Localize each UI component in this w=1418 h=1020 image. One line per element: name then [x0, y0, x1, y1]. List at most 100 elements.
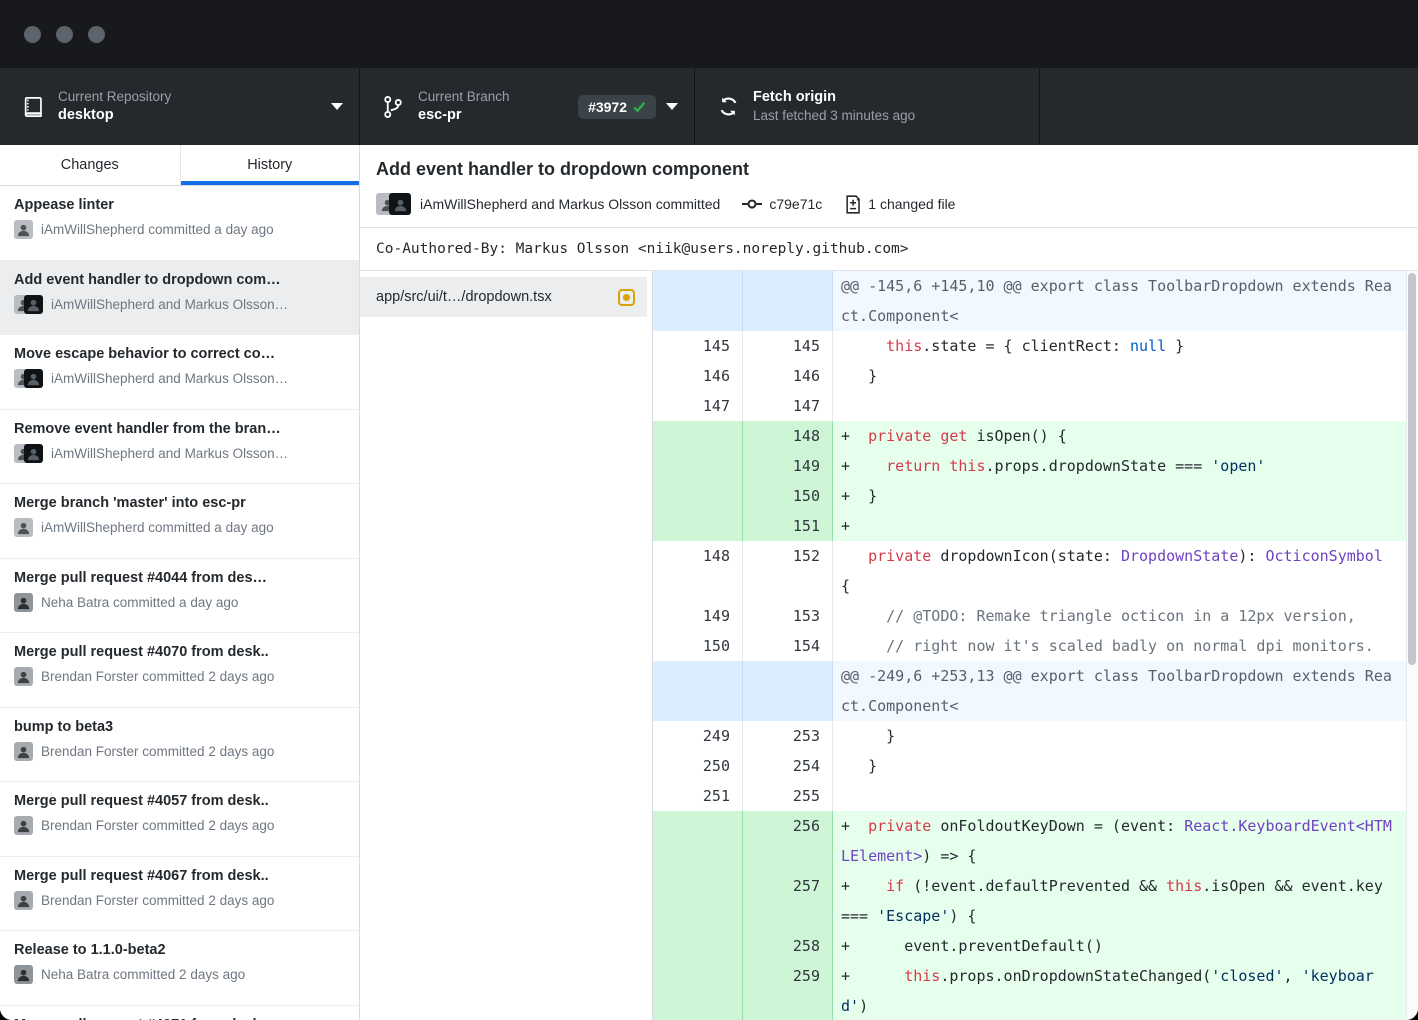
title-bar [0, 0, 1418, 68]
diff-old-line-number: 149 [653, 601, 743, 631]
commit-list-item[interactable]: Appease linter iAmWillShepherd committed … [0, 186, 359, 261]
diff-old-line-number [653, 451, 743, 481]
avatar [14, 667, 33, 686]
commit-list-item[interactable]: Move escape behavior to correct co… iAmWi… [0, 335, 359, 410]
commit-item-meta: iAmWillShepherd committed a day ago [14, 518, 345, 537]
tab-changes[interactable]: Changes [0, 145, 180, 185]
diff-old-line-number [653, 661, 743, 721]
diff-scrollbar-thumb[interactable] [1408, 273, 1416, 665]
commit-item-title: Merge pull request #4071 from desk.. [14, 1017, 345, 1020]
diff-line: 150+ } [653, 481, 1406, 511]
git-branch-icon [382, 95, 404, 119]
commit-item-meta: iAmWillShepherd committed a day ago [14, 220, 345, 239]
commit-sha[interactable]: c79e71c [769, 196, 822, 212]
commit-list-item[interactable]: Merge branch 'master' into esc-pr iAmWill… [0, 484, 359, 559]
diff-new-line-number: 253 [743, 721, 833, 751]
avatar [24, 295, 43, 314]
chevron-down-icon [666, 103, 678, 110]
commit-item-title: Merge pull request #4070 from desk.. [14, 644, 345, 660]
diff-code-text: + this.props.onDropdownStateChanged('clo… [833, 961, 1406, 1020]
commit-list-item[interactable]: Merge pull request #4044 from des…Neha B… [0, 559, 359, 634]
commit-item-avatars [14, 220, 33, 239]
commit-item-byline: Brendan Forster committed 2 days ago [41, 669, 274, 684]
diff-old-line-number [653, 961, 743, 1020]
diff-code-text: + if (!event.defaultPrevented && this.is… [833, 871, 1406, 931]
current-repository-button[interactable]: Current Repository desktop [0, 68, 360, 145]
current-branch-button[interactable]: Current Branch esc-pr #3972 [360, 68, 695, 145]
diff-code-text [833, 781, 1406, 811]
diff-old-line-number: 147 [653, 391, 743, 421]
commit-list-item[interactable]: Add event handler to dropdown com…iAmWil… [0, 261, 359, 336]
commit-details-pane: Add event handler to dropdown component … [360, 145, 1418, 1020]
commit-item-title: Appease linter [14, 197, 345, 213]
tab-history[interactable]: History [180, 145, 360, 185]
traffic-light-minimize-button[interactable] [56, 26, 73, 43]
traffic-light-zoom-button[interactable] [88, 26, 105, 43]
commit-item-avatars [14, 965, 33, 984]
branch-name: esc-pr [418, 106, 570, 125]
commit-list-item[interactable]: Remove event handler from the bran…iAmWi… [0, 410, 359, 485]
diff-hunk-header: @@ -145,6 +145,10 @@ export class Toolba… [653, 271, 1406, 331]
diff-line: 251255 [653, 781, 1406, 811]
diff-new-line-number: 256 [743, 811, 833, 871]
diff-new-line-number: 148 [743, 421, 833, 451]
diff-line: 145145 this.state = { clientRect: null } [653, 331, 1406, 361]
diff-new-line-number: 259 [743, 961, 833, 1020]
diff-new-line-number: 151 [743, 511, 833, 541]
diff-line: 249253 } [653, 721, 1406, 751]
diff-code-text: + private get isOpen() { [833, 421, 1406, 451]
commit-list-item[interactable]: Merge pull request #4067 from desk..Bren… [0, 857, 359, 932]
commit-item-title: Merge branch 'master' into esc-pr [14, 495, 345, 511]
diff-code-text: // @TODO: Remake triangle octicon in a 1… [833, 601, 1406, 631]
git-commit-icon [742, 197, 762, 211]
avatar [389, 193, 411, 215]
commit-item-title: Merge pull request #4057 from desk.. [14, 793, 345, 809]
avatar [14, 965, 33, 984]
changed-file-path: app/src/ui/t…/dropdown.tsx [376, 289, 618, 305]
diff-line: 256+ private onFoldoutKeyDown = (event: … [653, 811, 1406, 871]
commit-item-avatars [14, 816, 33, 835]
commit-item-meta: Brendan Forster committed 2 days ago [14, 816, 345, 835]
commit-item-title: Add event handler to dropdown com… [14, 272, 345, 288]
diff-line: 149153 // @TODO: Remake triangle octicon… [653, 601, 1406, 631]
diff-new-line-number [743, 661, 833, 721]
diff-old-line-number: 150 [653, 631, 743, 661]
avatar [24, 444, 43, 463]
diff-new-line-number: 147 [743, 391, 833, 421]
diff-old-line-number: 249 [653, 721, 743, 751]
sidebar-tabs: Changes History [0, 145, 359, 186]
commit-item-byline: Brendan Forster committed 2 days ago [41, 893, 274, 908]
commit-list-item[interactable]: bump to beta3Brendan Forster committed 2… [0, 708, 359, 783]
commit-item-meta: iAmWillShepherd and Markus Olsson… [14, 444, 345, 463]
commit-item-avatars [14, 891, 33, 910]
fetch-title: Fetch origin [753, 88, 1023, 107]
diff-old-line-number: 250 [653, 751, 743, 781]
commit-item-title: Move escape behavior to correct co… [14, 346, 345, 362]
diff-new-line-number: 145 [743, 331, 833, 361]
changed-file-row[interactable]: app/src/ui/t…/dropdown.tsx [360, 277, 647, 317]
diff-scrollbar [1406, 271, 1418, 1020]
commit-list-item[interactable]: Release to 1.1.0-beta2Neha Batra committ… [0, 931, 359, 1006]
commit-summary: Add event handler to dropdown component … [360, 145, 1418, 228]
commit-item-title: Release to 1.1.0-beta2 [14, 942, 345, 958]
diff-new-line-number: 150 [743, 481, 833, 511]
fetch-origin-button[interactable]: Fetch origin Last fetched 3 minutes ago [695, 68, 1040, 145]
commit-item-byline: iAmWillShepherd and Markus Olsson… [51, 371, 288, 386]
commit-list-item[interactable]: Merge pull request #4070 from desk.. Bren… [0, 633, 359, 708]
diff-new-line-number: 255 [743, 781, 833, 811]
diff-old-line-number [653, 481, 743, 511]
traffic-light-close-button[interactable] [24, 26, 41, 43]
diff-old-line-number: 146 [653, 361, 743, 391]
diff-new-line-number: 152 [743, 541, 833, 601]
diff-hunk-header: @@ -249,6 +253,13 @@ export class Toolba… [653, 661, 1406, 721]
commit-item-byline: iAmWillShepherd and Markus Olsson… [51, 446, 288, 461]
commit-list-item[interactable]: Merge pull request #4071 from desk.. [0, 1006, 359, 1020]
commit-list-item[interactable]: Merge pull request #4057 from desk.. Bren… [0, 782, 359, 857]
avatar [24, 369, 43, 388]
diff-new-line-number: 146 [743, 361, 833, 391]
repo-icon [22, 95, 44, 119]
avatar [14, 742, 33, 761]
avatar [14, 816, 33, 835]
commit-item-byline: iAmWillShepherd committed a day ago [41, 222, 274, 237]
avatar [14, 518, 33, 537]
